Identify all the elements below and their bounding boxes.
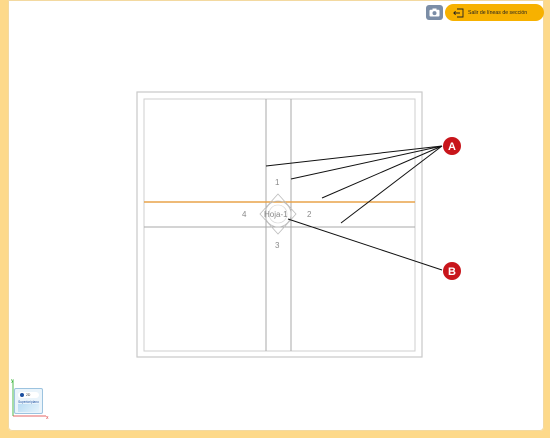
section-number-1: 1 [275, 178, 280, 187]
sheet-outer-border [136, 91, 423, 358]
callout-a-leader-1 [265, 145, 443, 167]
sheet-label: Hoja-1 [264, 210, 288, 219]
callout-b: B [443, 262, 461, 280]
sheet-inner-border [143, 98, 416, 352]
view-cube-thumbnail[interactable]: 2D Superior/plano [14, 388, 43, 414]
axis-y-label: y [11, 378, 14, 384]
axis-x-label: x [46, 415, 49, 421]
view-plane-preview [18, 404, 39, 412]
callout-a-leader-2 [290, 145, 443, 180]
section-number-2: 2 [307, 210, 312, 219]
callout-a-label: A [448, 141, 456, 153]
callout-a: A [443, 137, 461, 155]
callout-a-leader-4 [340, 145, 443, 224]
section-number-4: 4 [242, 210, 247, 219]
toggle-dot-icon [20, 393, 24, 397]
callout-b-label: B [448, 266, 456, 278]
section-number-3: 3 [275, 241, 280, 250]
view-toggle-2d[interactable]: 2D [18, 392, 39, 398]
callout-a-leader-3 [321, 145, 443, 199]
view-toggle-label: 2D [26, 393, 31, 397]
section-drawing: Hoja-1 1 2 3 4 A B x y [11, 91, 461, 421]
